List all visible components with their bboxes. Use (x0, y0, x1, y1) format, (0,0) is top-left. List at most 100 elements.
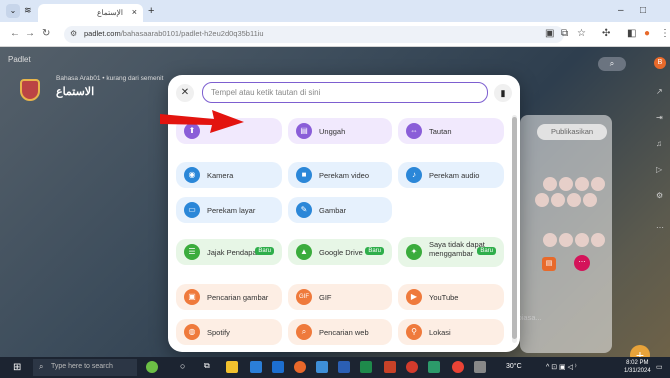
powerpoint-icon[interactable] (384, 361, 396, 373)
user-avatar[interactable]: B (654, 57, 666, 69)
minimize-button[interactable]: – (618, 5, 624, 16)
active-app-icon[interactable] (474, 361, 486, 373)
option-kamera[interactable]: ◉ Kamera (176, 162, 282, 188)
screen-icon: ▭ (184, 202, 200, 218)
file-explorer-icon[interactable] (226, 361, 238, 373)
address-toolbar: ← → ↻ ⚙ padlet.com/bahasaarab0101/padlet… (0, 22, 670, 47)
mic-icon: ♪ (406, 167, 422, 183)
task-view-icon[interactable]: ⧉ (204, 361, 216, 373)
option-poll[interactable]: ☰ Jajak Pendapat Baru (176, 239, 282, 265)
video-icon: ■ (296, 167, 312, 183)
taskbar-search[interactable]: ⌕ Type here to search (33, 359, 137, 376)
maximize-button[interactable]: □ (640, 5, 646, 16)
new-badge: Baru (477, 247, 496, 255)
weather-text[interactable]: 30°C (506, 363, 522, 370)
excel-icon[interactable] (360, 361, 372, 373)
site-info-icon[interactable]: ⚙ (70, 29, 77, 38)
browser-tab-bar: ⌄ ≋ الإستماع × + – □ (0, 0, 670, 22)
star-icon[interactable]: ☆ (577, 28, 586, 39)
option-gambar[interactable]: ✎ Gambar (288, 197, 392, 223)
sidepanel-icon[interactable]: ◧ (627, 28, 636, 39)
url-bar[interactable]: ⚙ padlet.com/bahasaarab0101/padlet-h2eu2… (64, 26, 564, 43)
clock[interactable]: 8:02 PM 1/31/2024 (624, 359, 651, 375)
url-domain: padlet.com (84, 29, 121, 38)
brush-icon: ✎ (296, 202, 312, 218)
windows-start-icon[interactable]: ⊞ (13, 362, 21, 373)
forward-icon[interactable]: → (25, 28, 35, 39)
cortana-icon[interactable] (146, 361, 158, 373)
store-icon[interactable] (250, 361, 262, 373)
option-screen-recorder[interactable]: ▭ Perekam layar (176, 197, 282, 223)
clipboard-icon[interactable]: ▮ (494, 84, 512, 102)
location-icon: ⚲ (406, 324, 422, 340)
option-video-recorder[interactable]: ■ Perekam video (288, 162, 392, 188)
tab-title: الإستماع (96, 8, 123, 17)
notification-icon[interactable]: ▭ (656, 363, 663, 371)
new-badge: Baru (255, 247, 274, 255)
play-icon[interactable]: ▷ (656, 165, 662, 174)
close-icon[interactable]: ✕ (176, 84, 194, 102)
gif-icon: GIF (296, 289, 312, 305)
taskbar-search-placeholder: Type here to search (51, 363, 113, 370)
add-post-button[interactable]: + (630, 345, 650, 357)
wall-title: الاستماع (56, 86, 95, 98)
camera-icon: ◉ (184, 167, 200, 183)
spotify-icon: ◍ (184, 324, 200, 340)
new-tab-button[interactable]: + (148, 5, 154, 17)
option-web-search[interactable]: ⌕ Pencarian web (288, 319, 392, 345)
wall-avatar (20, 79, 40, 101)
browser-tab[interactable]: الإستماع × (38, 4, 143, 22)
profile-icon[interactable]: ● (644, 28, 650, 39)
tray-icons[interactable]: ^ ⊡ ▣ ◁ ⁾ (546, 363, 577, 371)
screen-icon[interactable]: ▣ (545, 28, 554, 39)
share-icon[interactable]: ⧉ (561, 28, 568, 39)
search-icon: ⌕ (39, 362, 44, 371)
search-button-icon[interactable]: ○ (180, 361, 192, 373)
link-input[interactable] (202, 82, 488, 103)
search-icon[interactable]: ⌕ (598, 57, 626, 71)
option-audio-recorder[interactable]: ♪ Perekam audio (398, 162, 504, 188)
bell-icon[interactable]: ♫ (656, 139, 662, 148)
option-youtube[interactable]: ▶ YouTube (398, 284, 504, 310)
back-icon[interactable]: ← (10, 28, 20, 39)
file-icon: ▤ (296, 123, 312, 139)
tab-search-button[interactable]: ⌄ (6, 4, 20, 18)
app-icon[interactable] (406, 361, 418, 373)
clock-time: 8:02 PM (626, 360, 649, 366)
option-google-drive[interactable]: ▲ Google Drive Baru (288, 239, 392, 265)
url-path: /bahasaarab0101/padlet-h2eu2d0q35b11iu (120, 29, 264, 38)
option-gif[interactable]: GIF GIF (288, 284, 392, 310)
word-icon[interactable] (338, 361, 350, 373)
option-location[interactable]: ⚲ Lokasi (398, 319, 504, 345)
chrome-icon[interactable] (452, 361, 464, 373)
web-search-icon: ⌕ (296, 324, 312, 340)
publish-button[interactable]: Publikasikan (537, 124, 607, 140)
option-unggah[interactable]: ▤ Unggah (288, 118, 392, 144)
share-panel-icon[interactable]: ⇥ (656, 113, 663, 122)
decorative-pattern (525, 177, 609, 277)
sparkle-icon: ✦ (406, 244, 422, 260)
youtube-icon: ▶ (406, 289, 422, 305)
option-tautan[interactable]: ⇔ Tautan (398, 118, 504, 144)
remake-icon[interactable]: ↗ (656, 87, 663, 96)
option-spotify[interactable]: ◍ Spotify (176, 319, 282, 345)
gift-icon: ▤ (542, 257, 556, 271)
padlet-logo[interactable]: Padlet (8, 55, 31, 64)
menu-icon[interactable]: ⋮ (660, 28, 670, 39)
settings-icon[interactable]: ⚙ (656, 191, 663, 200)
photos-icon[interactable] (428, 361, 440, 373)
poll-icon: ☰ (184, 244, 200, 260)
option-image-search[interactable]: ▣ Pencarian gambar (176, 284, 282, 310)
author-line: Bahasa Arab01 • kurang dari semenit (56, 75, 164, 82)
wifi-icon: ≋ (24, 5, 32, 15)
scrollbar-thumb[interactable] (512, 117, 517, 339)
tab-close-icon[interactable]: × (132, 7, 137, 17)
extensions-icon[interactable]: ✣ (602, 28, 610, 39)
new-badge: Baru (365, 247, 384, 255)
mail-icon[interactable] (272, 361, 284, 373)
chrome-alt-icon[interactable] (294, 361, 306, 373)
reload-icon[interactable]: ↻ (42, 28, 50, 39)
edge-icon[interactable] (316, 361, 328, 373)
more-icon[interactable]: ⋯ (656, 223, 664, 232)
option-cant-draw[interactable]: ✦ Saya tidak dapat menggambar Baru (398, 237, 504, 267)
